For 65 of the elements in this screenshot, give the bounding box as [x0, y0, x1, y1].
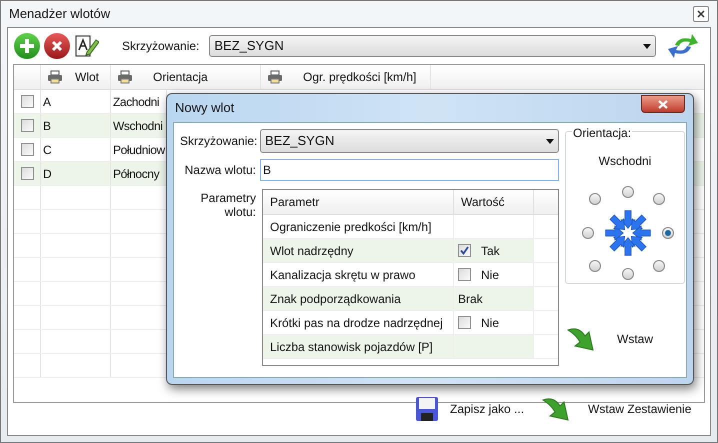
checkmark-icon	[460, 246, 469, 255]
arrows-drawing	[604, 209, 652, 257]
insert-summary-button[interactable]: Wstaw Zestawienie	[542, 394, 692, 424]
name-label: Nazwa wlotu:	[184, 162, 256, 179]
delete-button[interactable]	[44, 33, 70, 59]
radio-button[interactable]	[589, 193, 601, 205]
table-cell: A	[41, 90, 111, 113]
table-cell: Ograniczenie predkości [km/h]	[263, 215, 454, 238]
refresh-icon	[667, 33, 699, 59]
intersection-dropdown[interactable]: BEZ_SYGN	[209, 35, 656, 57]
radio-button[interactable]	[662, 227, 674, 239]
printer-icon	[117, 70, 133, 84]
window-title: Menadżer wlotów	[9, 5, 110, 24]
intersection-label: Skrzyżowanie:	[180, 133, 256, 150]
table-cell: C	[41, 138, 111, 161]
edit-button[interactable]	[74, 33, 100, 59]
checkbox[interactable]	[20, 119, 34, 132]
name-field[interactable]: B	[260, 159, 559, 181]
table-cell-text: Nie	[481, 266, 500, 284]
dialog-title: Nowy wlot	[175, 99, 234, 118]
printer-icon	[267, 70, 283, 84]
close-icon	[51, 40, 63, 52]
radio-button[interactable]	[653, 193, 665, 205]
column-header[interactable]: Wartość	[454, 190, 534, 214]
radio-button[interactable]	[622, 268, 634, 280]
table-cell: Krótki pas na drodze nadrzędnej	[263, 311, 454, 334]
checkbox[interactable]	[20, 143, 34, 156]
checkbox[interactable]	[458, 244, 471, 257]
radio-button[interactable]	[582, 227, 594, 239]
close-button[interactable]	[641, 95, 685, 113]
checkbox[interactable]	[20, 95, 34, 108]
column-header[interactable]: Orientacja	[111, 65, 261, 89]
table-cell: Znak podporządkowania	[263, 287, 454, 310]
caret-icon	[643, 44, 651, 48]
save-button[interactable]: Zapisz jako ...	[416, 394, 524, 424]
table-cell: Wlot nadrzędny	[263, 239, 454, 262]
table-cell-text: Nie	[481, 314, 500, 332]
checkbox[interactable]	[20, 167, 34, 180]
table-cell: Liczba stanowisk pojazdów [P]	[263, 335, 454, 358]
radio-button[interactable]	[653, 260, 665, 272]
table-cell: D	[41, 162, 111, 185]
close-button[interactable]	[693, 6, 709, 22]
insert-button[interactable]: Wstaw	[567, 324, 685, 354]
orientation-value: Wschodni	[598, 153, 652, 170]
intersection-dropdown[interactable]: BEZ_SYGN	[260, 129, 559, 153]
checkbox[interactable]	[458, 268, 471, 281]
column-header[interactable]: Parametr	[263, 190, 454, 214]
close-icon	[697, 10, 705, 18]
add-button[interactable]	[14, 33, 40, 59]
table-cell-text: Tak	[481, 242, 500, 260]
checkbox[interactable]	[458, 316, 471, 329]
printer-icon	[47, 70, 63, 84]
radio-button[interactable]	[622, 186, 634, 198]
pencil-document-icon	[75, 34, 99, 58]
intersection-label: Skrzyżowanie:	[122, 38, 200, 55]
close-icon	[658, 100, 668, 108]
column-header[interactable]: Ogr. prędkości [km/h]	[261, 65, 431, 89]
table-cell: Kanalizacja skrętu w prawo	[263, 263, 454, 286]
plus-icon	[20, 39, 34, 53]
radio-button[interactable]	[589, 260, 601, 272]
parameters-label: Parametry wlotu:	[200, 190, 256, 221]
table-cell: B	[41, 114, 111, 137]
refresh-button[interactable]	[666, 32, 700, 60]
column-header[interactable]: Wlot	[41, 65, 111, 89]
table-cell-text: Brak	[458, 290, 483, 308]
